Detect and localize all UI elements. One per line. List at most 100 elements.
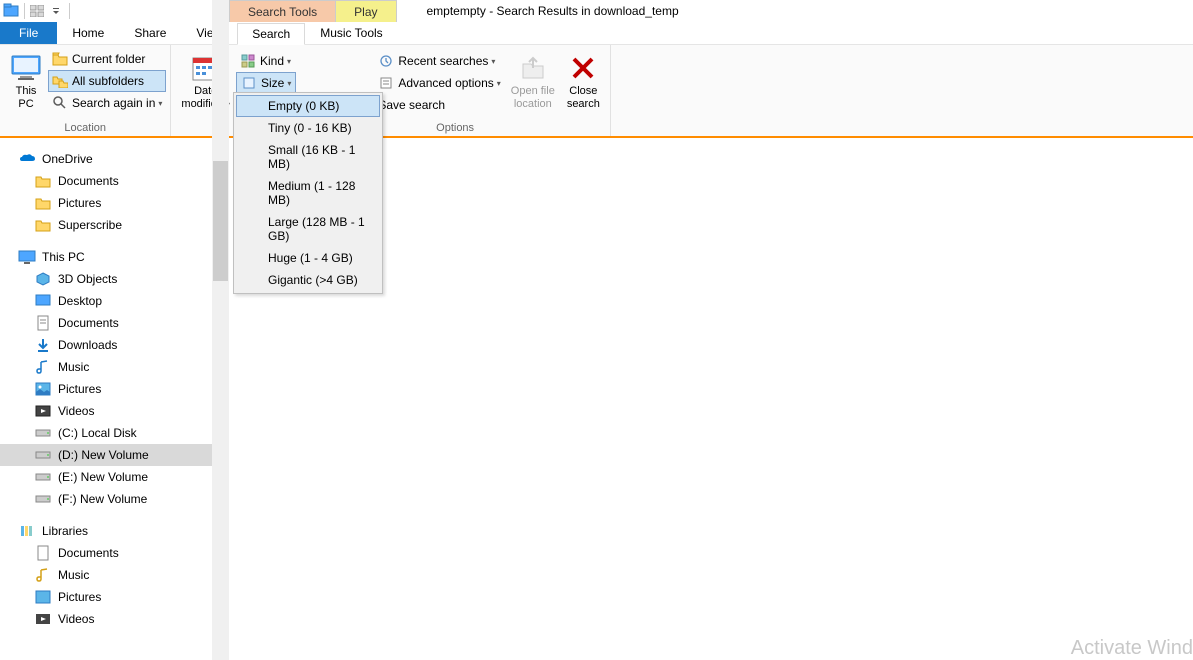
size-button[interactable]: Size ▾ <box>236 72 296 94</box>
onedrive-icon <box>18 150 36 168</box>
size-option-large[interactable]: Large (128 MB - 1 GB) <box>236 211 380 247</box>
folder-icon <box>34 172 52 190</box>
recent-searches-button[interactable]: Recent searches ▾ <box>374 50 504 72</box>
save-search-label: Save search <box>378 98 445 112</box>
nav-pictures[interactable]: Pictures <box>0 378 212 400</box>
pictures-icon <box>34 380 52 398</box>
open-file-location-button: Open file location <box>505 48 561 121</box>
nav-documents[interactable]: Documents <box>0 312 212 334</box>
size-label: Size <box>261 76 284 90</box>
scrollbar-thumb[interactable] <box>213 161 228 281</box>
ribbon-group-location: This PC Current folder All subfolders Se… <box>0 45 171 136</box>
this-pc-icon <box>18 248 36 266</box>
size-option-small[interactable]: Small (16 KB - 1 MB) <box>236 139 380 175</box>
nav-onedrive-documents[interactable]: Documents <box>0 170 212 192</box>
nav-lib-music[interactable]: Music <box>0 564 212 586</box>
nav-onedrive[interactable]: OneDrive <box>0 148 212 170</box>
documents-icon <box>34 544 52 562</box>
folder-icon <box>52 51 68 67</box>
nav-d-drive[interactable]: (D:) New Volume <box>0 444 212 466</box>
nav-lib-videos[interactable]: Videos <box>0 608 212 630</box>
nav-downloads[interactable]: Downloads <box>0 334 212 356</box>
tab-share[interactable]: Share <box>119 22 181 44</box>
size-option-medium[interactable]: Medium (1 - 128 MB) <box>236 175 380 211</box>
close-search-button[interactable]: Close search <box>561 48 606 121</box>
chevron-down-icon: ▾ <box>497 79 501 88</box>
quick-access-toolbar <box>0 2 73 20</box>
contextual-tabs: Search Tools Play <box>229 0 397 22</box>
window-title: emptempty - Search Results in download_t… <box>427 4 679 18</box>
current-folder-button[interactable]: Current folder <box>48 48 166 70</box>
this-pc-label: This PC <box>16 85 37 111</box>
qat-divider <box>24 3 25 19</box>
size-icon <box>241 75 257 91</box>
nav-lib-documents[interactable]: Documents <box>0 542 212 564</box>
activate-windows-watermark: Activate Wind <box>1071 637 1193 660</box>
context-tab-play[interactable]: Play <box>335 0 396 22</box>
close-search-label: Close search <box>567 85 600 111</box>
nav-scrollbar[interactable] <box>212 0 229 660</box>
nav-libraries[interactable]: Libraries <box>0 520 212 542</box>
all-subfolders-button[interactable]: All subfolders <box>48 70 166 92</box>
save-search-button[interactable]: Save search <box>374 94 504 116</box>
title-bar: Search Tools Play emptempty - Search Res… <box>0 0 1193 22</box>
qat-divider <box>69 3 70 19</box>
3d-icon <box>34 270 52 288</box>
this-pc-button[interactable]: This PC <box>4 48 48 121</box>
nav-onedrive-superscribe[interactable]: Superscribe <box>0 214 212 236</box>
tab-music-tools[interactable]: Music Tools <box>305 22 397 44</box>
tab-home[interactable]: Home <box>57 22 119 44</box>
nav-3d-objects[interactable]: 3D Objects <box>0 268 212 290</box>
size-option-huge[interactable]: Huge (1 - 4 GB) <box>236 247 380 269</box>
nav-music[interactable]: Music <box>0 356 212 378</box>
kind-button[interactable]: Kind ▾ <box>236 50 296 72</box>
chevron-down-icon: ▾ <box>158 99 162 108</box>
libraries-icon <box>18 522 36 540</box>
documents-icon <box>34 314 52 332</box>
nav-onedrive-pictures[interactable]: Pictures <box>0 192 212 214</box>
nav-lib-pictures[interactable]: Pictures <box>0 586 212 608</box>
tab-file[interactable]: File <box>0 22 57 44</box>
ribbon: This PC Current folder All subfolders Se… <box>0 45 1193 138</box>
drive-icon <box>34 468 52 486</box>
size-option-empty[interactable]: Empty (0 KB) <box>236 95 380 117</box>
subfolders-icon <box>52 73 68 89</box>
menu-tabs: File Home Share View Search Music Tools <box>0 22 1193 45</box>
tab-search[interactable]: Search <box>237 23 305 45</box>
nav-this-pc[interactable]: This PC <box>0 246 212 268</box>
drive-icon <box>34 424 52 442</box>
nav-f-drive[interactable]: (F:) New Volume <box>0 488 212 510</box>
advanced-options-label: Advanced options <box>398 76 493 90</box>
videos-icon <box>34 610 52 628</box>
app-icon[interactable] <box>2 2 20 20</box>
chevron-down-icon: ▾ <box>287 57 291 66</box>
size-option-gigantic[interactable]: Gigantic (>4 GB) <box>236 269 380 291</box>
qat-item[interactable] <box>28 2 46 20</box>
group-label-location: Location <box>4 121 166 135</box>
search-again-in-button[interactable]: Search again in ▾ <box>48 92 166 114</box>
music-icon <box>34 566 52 584</box>
context-tab-search-tools[interactable]: Search Tools <box>229 0 336 22</box>
navigation-pane[interactable]: OneDrive Documents Pictures Superscribe … <box>0 138 212 660</box>
nav-c-drive[interactable]: (C:) Local Disk <box>0 422 212 444</box>
qat-dropdown[interactable] <box>47 2 65 20</box>
kind-icon <box>240 53 256 69</box>
nav-desktop[interactable]: Desktop <box>0 290 212 312</box>
recent-icon <box>378 53 394 69</box>
folder-icon <box>34 194 52 212</box>
nav-videos[interactable]: Videos <box>0 400 212 422</box>
size-dropdown-menu: Empty (0 KB) Tiny (0 - 16 KB) Small (16 … <box>233 92 383 294</box>
folder-icon <box>34 216 52 234</box>
music-icon <box>34 358 52 376</box>
kind-label: Kind <box>260 54 284 68</box>
recent-searches-label: Recent searches <box>398 54 488 68</box>
drive-icon <box>34 446 52 464</box>
open-location-icon <box>519 51 547 85</box>
desktop-icon <box>34 292 52 310</box>
size-option-tiny[interactable]: Tiny (0 - 16 KB) <box>236 117 380 139</box>
main-area: OneDrive Documents Pictures Superscribe … <box>0 138 1193 660</box>
advanced-icon <box>378 75 394 91</box>
advanced-options-button[interactable]: Advanced options ▾ <box>374 72 504 94</box>
nav-e-drive[interactable]: (E:) New Volume <box>0 466 212 488</box>
all-subfolders-label: All subfolders <box>72 74 144 88</box>
